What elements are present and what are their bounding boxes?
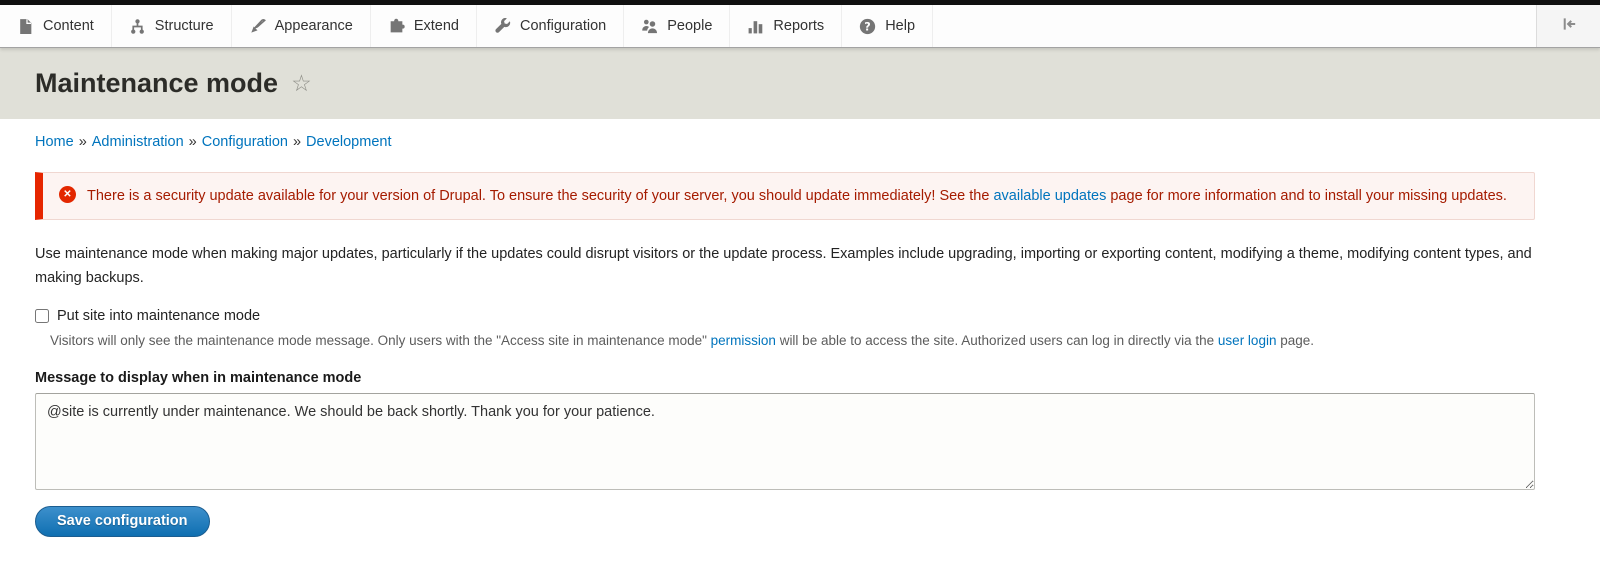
collapse-left-icon [1560,15,1578,38]
error-message-box: ✕ There is a security update available f… [35,172,1535,220]
save-configuration-button[interactable]: Save configuration [35,506,210,537]
breadcrumb-link-configuration[interactable]: Configuration [202,134,288,150]
maintenance-message-textarea[interactable]: @site is currently under maintenance. We… [35,393,1535,490]
breadcrumb: Home » Administration » Configuration » Develo… [35,134,1535,150]
puzzle-icon [388,18,405,35]
toolbar-item-reports[interactable]: Reports [730,5,842,47]
page-header: Maintenance mode ☆ [0,48,1600,119]
toolbar-item-content[interactable]: Content [0,5,112,47]
toolbar-item-label: Extend [414,18,459,34]
toolbar-item-configuration[interactable]: Configuration [477,5,624,47]
toolbar-item-label: Help [885,18,915,34]
people-icon [641,18,658,35]
toolbar-item-people[interactable]: People [624,5,730,47]
description-text: page. [1276,333,1314,348]
description-text: Visitors will only see the maintenance m… [50,333,711,348]
breadcrumb-separator: » [79,134,87,150]
bar-chart-icon [747,18,764,35]
maintenance-mode-checkbox-label[interactable]: Put site into maintenance mode [57,308,260,324]
breadcrumb-separator: » [189,134,197,150]
file-icon [17,18,34,35]
maintenance-mode-description: Visitors will only see the maintenance m… [50,331,1535,351]
svg-text:?: ? [864,20,870,33]
help-icon: ? [859,18,876,35]
error-message-text: There is a security update available for… [87,188,993,204]
wrench-icon [494,18,511,35]
toolbar-item-label: People [667,18,712,34]
breadcrumb-link-administration[interactable]: Administration [92,134,184,150]
toolbar-item-structure[interactable]: Structure [112,5,232,47]
page-title: Maintenance mode [35,68,278,99]
intro-text: Use maintenance mode when making major u… [35,243,1535,289]
toolbar-item-label: Configuration [520,18,606,34]
maintenance-mode-checkbox-row: Put site into maintenance mode [35,308,1535,324]
toolbar-orientation-toggle[interactable] [1536,5,1600,47]
toolbar-item-help[interactable]: ? Help [842,5,933,47]
tray-spacer [933,5,1536,47]
admin-menu-tray: Content Structure Appearance Extend Conf… [0,5,1600,48]
toolbar-item-extend[interactable]: Extend [371,5,477,47]
maintenance-mode-checkbox[interactable] [35,309,49,323]
toolbar-item-appearance[interactable]: Appearance [232,5,371,47]
message-field-label: Message to display when in maintenance m… [35,370,1535,386]
breadcrumb-link-development[interactable]: Development [306,134,391,150]
toolbar-item-label: Structure [155,18,214,34]
description-text: will be able to access the site. Authori… [776,333,1218,348]
permission-link[interactable]: permission [711,333,776,348]
paintbrush-icon [249,18,266,35]
error-icon: ✕ [59,186,76,203]
star-icon[interactable]: ☆ [291,72,312,95]
main-content: Home » Administration » Configuration » Develo… [0,119,1600,537]
breadcrumb-separator: » [293,134,301,150]
toolbar-item-label: Content [43,18,94,34]
toolbar-item-label: Appearance [275,18,353,34]
breadcrumb-link-home[interactable]: Home [35,134,74,150]
user-login-link[interactable]: user login [1218,333,1277,348]
toolbar-item-label: Reports [773,18,824,34]
available-updates-link[interactable]: available updates [993,188,1106,204]
error-message-text: page for more information and to install… [1106,188,1507,204]
sitemap-icon [129,18,146,35]
